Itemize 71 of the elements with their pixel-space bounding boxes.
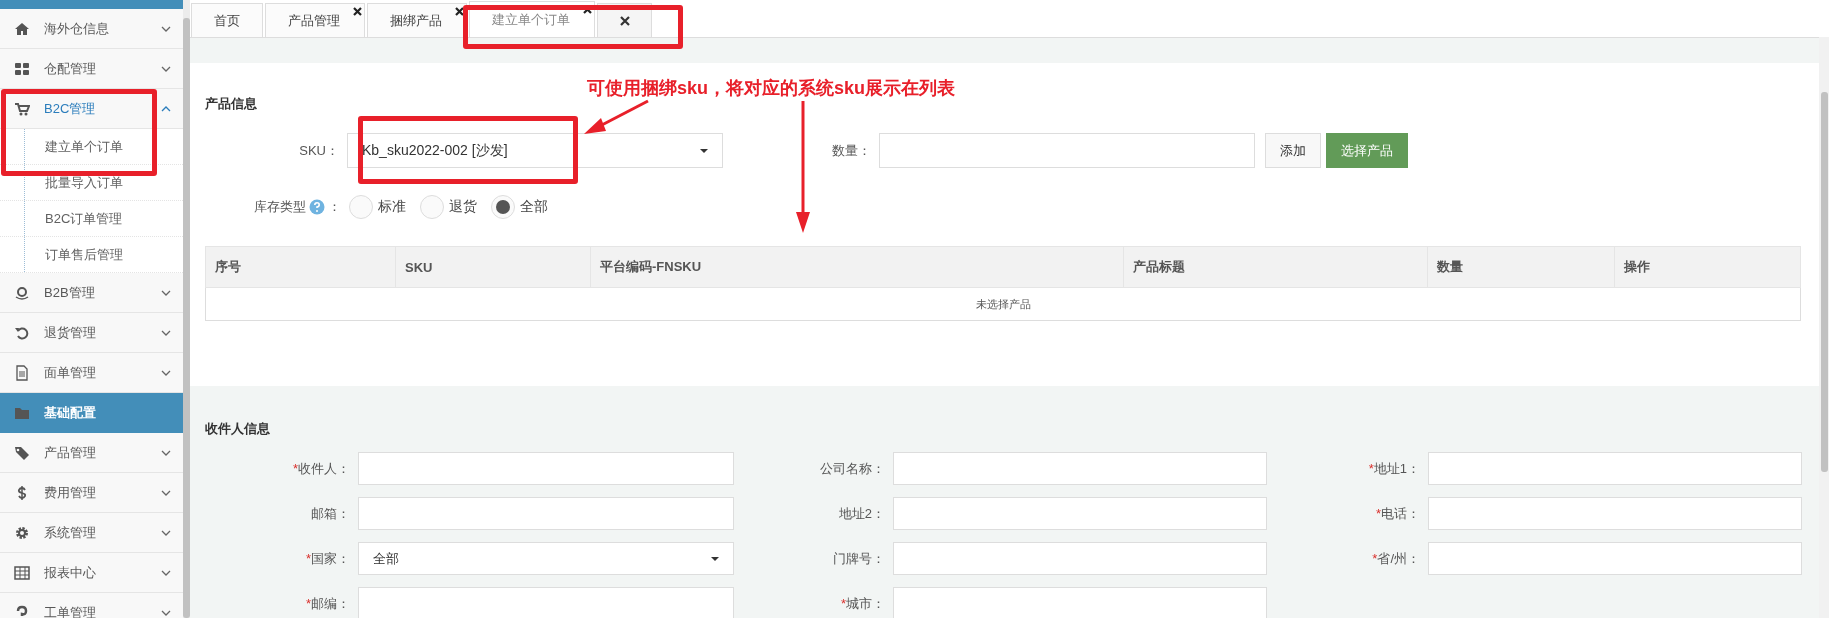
column-header: 序号 [205, 246, 396, 288]
input-field[interactable] [358, 452, 734, 485]
field-label: SKU： [298, 141, 340, 160]
add-button[interactable]: 添加 [1265, 133, 1321, 168]
column-header: SKU [395, 246, 591, 288]
section-title: 产品信息 [205, 95, 257, 113]
radio-option[interactable]: 标准 [349, 195, 406, 219]
input-field[interactable] [893, 497, 1267, 530]
radio-label: 退货 [449, 198, 477, 216]
tab[interactable]: 首页 [191, 3, 263, 37]
sidebar-subitem[interactable]: B2C订单管理 [0, 201, 183, 237]
input-field[interactable] [893, 587, 1267, 618]
column-header: 操作 [1614, 246, 1801, 288]
gear-icon [14, 524, 30, 541]
field-label: *邮编： [304, 594, 350, 613]
close-icon [619, 15, 630, 26]
field-label: *城市： [839, 594, 885, 613]
input-field[interactable] [1428, 452, 1802, 485]
field-label: *收件人： [291, 459, 350, 478]
field-label: 数量： [831, 141, 872, 160]
field-label: *电话： [1374, 504, 1420, 523]
close-icon[interactable] [353, 7, 362, 16]
annotation-note: 可使用捆绑sku，将对应的系统sku展示在列表 [587, 77, 956, 100]
radio-option[interactable]: 全部 [491, 195, 548, 219]
radio-label: 标准 [378, 198, 406, 216]
annotation-arrow [584, 99, 649, 134]
radio-option[interactable]: 退货 [420, 195, 477, 219]
radio-checked[interactable] [491, 195, 515, 219]
input-field[interactable] [1428, 542, 1802, 575]
grid-icon [14, 60, 30, 77]
field-label: *国家： [304, 549, 350, 568]
column-header: 产品标题 [1123, 246, 1428, 288]
sidebar-subitem[interactable]: 订单售后管理 [0, 237, 183, 273]
tab[interactable]: 产品管理 [265, 3, 365, 37]
radio-label: 全部 [520, 198, 548, 216]
sku-select[interactable]: Kb_sku2022-002 [沙发] [347, 133, 723, 168]
caret-icon [700, 148, 708, 153]
field-label: *地址1： [1367, 459, 1420, 478]
field-label: 地址2： [837, 504, 885, 523]
home-icon [14, 20, 30, 37]
undo-icon [14, 324, 30, 341]
input-field[interactable] [893, 542, 1267, 575]
input-field[interactable] [1428, 497, 1802, 530]
column-header: 平台编码-FNSKU [590, 246, 1124, 288]
field-label: *省/州： [1371, 549, 1420, 568]
field-label: 门牌号： [832, 549, 885, 568]
quantity-field[interactable] [879, 133, 1255, 168]
sidebar-subitem[interactable]: 建立单个订单 [0, 129, 183, 165]
tab[interactable]: 捆绑产品 [367, 3, 467, 37]
input-field[interactable] [893, 452, 1267, 485]
country-select[interactable]: 全部 [358, 542, 734, 575]
field-label: 邮箱： [310, 504, 350, 523]
radio-unchecked[interactable] [420, 195, 444, 219]
column-header: 数量 [1427, 246, 1615, 288]
table-icon [14, 564, 30, 581]
field-label: 库存类型 [254, 198, 306, 216]
colon-label: ： [328, 198, 341, 216]
scrollbar[interactable] [183, 0, 190, 618]
document-icon [14, 364, 30, 381]
radio-unchecked[interactable] [349, 195, 373, 219]
input-field[interactable] [358, 587, 734, 618]
tag-icon [14, 444, 30, 461]
close-icon[interactable] [455, 7, 464, 16]
empty-message: 未选择产品 [205, 287, 1801, 321]
section-title: 收件人信息 [205, 420, 270, 438]
smile-icon [14, 284, 30, 301]
caret-icon [711, 556, 719, 561]
cart-icon [14, 100, 30, 117]
sidebar-item[interactable]: 基础配置 [0, 393, 183, 433]
field-label: 公司名称： [819, 459, 885, 478]
input-field[interactable] [358, 497, 734, 530]
